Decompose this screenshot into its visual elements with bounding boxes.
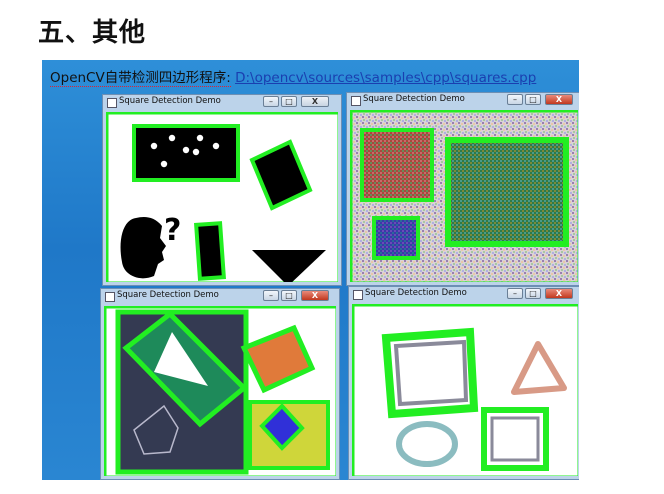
- caption-label: OpenCV自带检测四边形程序:: [50, 70, 231, 87]
- detection-canvas: [350, 110, 578, 282]
- minimize-button[interactable]: –: [507, 94, 523, 105]
- window-titlebar[interactable]: Square Detection Demo – □ X: [103, 95, 341, 109]
- detection-canvas: ?: [106, 112, 338, 282]
- window-titlebar[interactable]: Square Detection Demo – □ X: [349, 287, 579, 301]
- question-mark: ?: [164, 213, 181, 248]
- caption: OpenCV自带检测四边形程序: D:\opencv\sources\sampl…: [50, 66, 536, 87]
- window-title: Square Detection Demo: [117, 290, 219, 300]
- detection-canvas: [104, 306, 336, 476]
- minimize-button[interactable]: –: [263, 290, 279, 301]
- close-button[interactable]: X: [545, 94, 573, 105]
- maximize-button[interactable]: □: [525, 288, 541, 299]
- demo-window-4[interactable]: Square Detection Demo – □ X: [348, 286, 579, 480]
- window-titlebar[interactable]: Square Detection Demo – □ X: [347, 93, 579, 107]
- window-title: Square Detection Demo: [363, 94, 465, 104]
- noisy-blue-square: [372, 216, 420, 260]
- tall-rectangle: [194, 221, 226, 281]
- close-button[interactable]: X: [301, 290, 329, 301]
- demo-window-2[interactable]: Square Detection Demo – □ X: [346, 92, 579, 286]
- minimize-button[interactable]: –: [507, 288, 523, 299]
- noisy-green-square: [445, 137, 569, 247]
- detection-image: [104, 306, 336, 476]
- minimize-button[interactable]: –: [263, 96, 279, 107]
- maximize-button[interactable]: □: [281, 96, 297, 107]
- maximize-button[interactable]: □: [525, 94, 541, 105]
- close-button[interactable]: X: [301, 96, 329, 107]
- maximize-button[interactable]: □: [281, 290, 297, 301]
- window-app-icon: [105, 292, 115, 302]
- window-titlebar[interactable]: Square Detection Demo – □ X: [101, 289, 339, 303]
- detection-image: ?: [106, 112, 338, 282]
- screenshot-panel: OpenCV自带检测四边形程序: D:\opencv\sources\sampl…: [42, 60, 579, 480]
- detection-image: [350, 110, 578, 282]
- slide-heading: 五、其他: [38, 18, 147, 48]
- source-path-link[interactable]: D:\opencv\sources\samples\cpp\squares.cp…: [235, 70, 536, 86]
- detection-image: [352, 304, 578, 476]
- demo-window-1[interactable]: Square Detection Demo – □ X ?: [102, 94, 342, 286]
- noisy-red-square: [360, 128, 434, 202]
- window-app-icon: [353, 290, 363, 300]
- demo-window-3[interactable]: Square Detection Demo – □ X: [100, 288, 340, 480]
- window-app-icon: [351, 96, 361, 106]
- close-button[interactable]: X: [545, 288, 573, 299]
- detection-canvas: [352, 304, 578, 476]
- window-title: Square Detection Demo: [365, 288, 467, 298]
- window-title: Square Detection Demo: [119, 96, 221, 106]
- window-app-icon: [107, 98, 117, 108]
